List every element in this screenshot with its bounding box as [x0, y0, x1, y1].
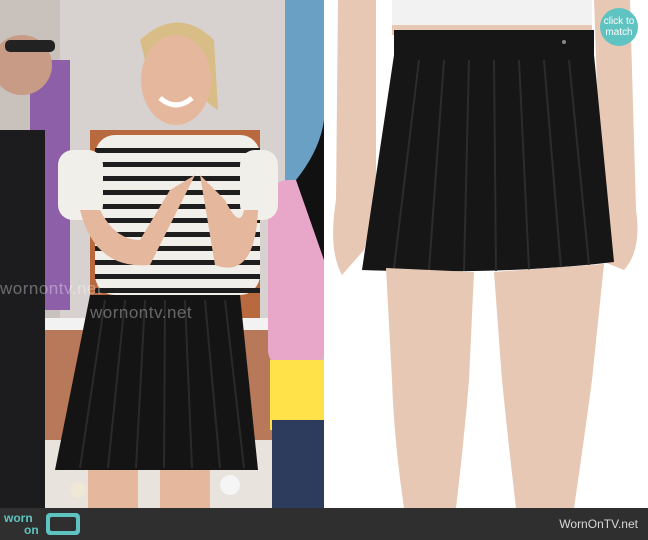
zoom-badge-line1: click to: [603, 16, 635, 27]
logo-word-on: on: [24, 523, 39, 537]
footer-bar: worn on WornOnTV.net: [0, 508, 648, 540]
click-to-match-button[interactable]: click to match: [600, 8, 638, 46]
page: wornontv.net wornontv.net click to match…: [0, 0, 648, 540]
site-name: WornOnTV.net: [559, 517, 638, 531]
tv-still-illustration: [0, 0, 324, 508]
zoom-badge-line2: match: [605, 27, 633, 38]
wornontv-logo[interactable]: worn on: [4, 511, 84, 538]
tv-still-photo[interactable]: wornontv.net wornontv.net: [0, 0, 324, 508]
product-photo[interactable]: [324, 0, 648, 508]
product-illustration: [324, 0, 648, 508]
tv-icon: [46, 513, 80, 535]
